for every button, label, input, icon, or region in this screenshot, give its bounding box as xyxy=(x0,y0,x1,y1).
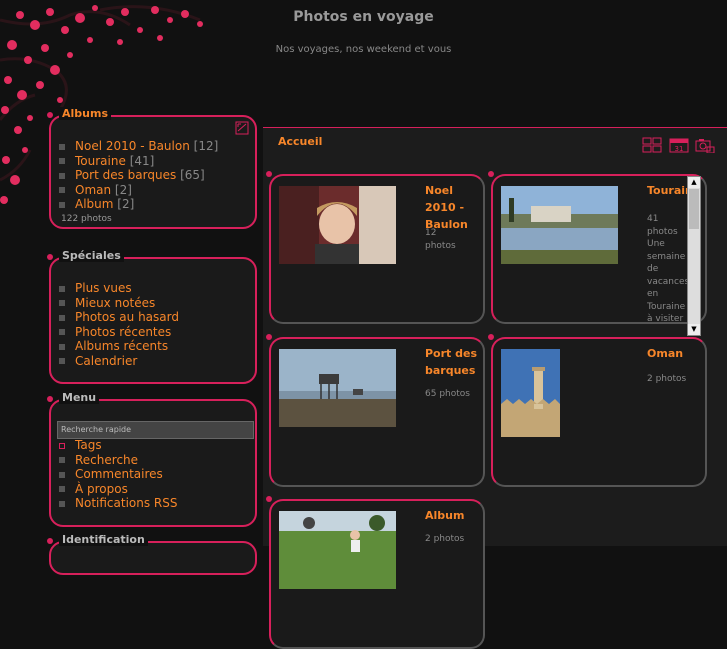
pin-icon xyxy=(47,396,53,402)
album-card[interactable]: Noel 2010 - Baulon 12 photos xyxy=(266,171,485,324)
album-title[interactable]: Album xyxy=(425,507,483,524)
album-card[interactable]: Oman 2 photos xyxy=(488,334,707,487)
album-thumbnail[interactable] xyxy=(279,349,396,427)
pin-icon xyxy=(266,496,272,502)
menu-box: Menu Tags Recherche Commentaires À propo… xyxy=(47,391,257,527)
calendar-icon[interactable]: 31 xyxy=(669,137,689,153)
pin-icon xyxy=(488,171,494,177)
album-thumbnail[interactable] xyxy=(279,186,396,264)
scroll-down-icon[interactable]: ▼ xyxy=(688,324,700,335)
special-link[interactable]: Plus vues xyxy=(59,281,179,296)
pin-icon xyxy=(47,112,53,118)
album-info: 41 photos Une semaine de vacances en Tou… xyxy=(647,214,690,323)
album-item[interactable]: Port des barques [65] xyxy=(59,168,218,183)
album-thumbnail[interactable] xyxy=(501,186,618,264)
menu-link[interactable]: Commentaires xyxy=(59,467,178,482)
special-link[interactable]: Mieux notées xyxy=(59,296,179,311)
scroll-up-icon[interactable]: ▲ xyxy=(688,177,700,188)
pin-icon xyxy=(266,171,272,177)
quick-search-input[interactable] xyxy=(57,421,254,439)
special-link[interactable]: Photos récentes xyxy=(59,325,179,340)
menu-link[interactable]: Notifications RSS xyxy=(59,496,178,511)
pin-icon xyxy=(266,334,272,340)
grid-view-icon[interactable] xyxy=(642,137,662,153)
main-content: Accueil 31 Noel 2010 - Baulon 12 photos xyxy=(263,127,727,649)
page-title: Accueil xyxy=(278,135,323,148)
svg-text:31: 31 xyxy=(675,145,684,153)
albums-total: 122 photos xyxy=(61,214,112,224)
album-item[interactable]: Touraine [41] xyxy=(59,154,218,169)
special-link[interactable]: Photos au hasard xyxy=(59,310,179,325)
album-info: 12 photos xyxy=(425,228,456,251)
menu-link-tags[interactable]: Tags xyxy=(59,438,178,453)
description-scrollbar[interactable]: ▲ ▼ xyxy=(687,176,701,336)
pin-icon xyxy=(47,538,53,544)
identification-box: Identification xyxy=(47,533,257,575)
albums-title: Albums xyxy=(59,107,111,120)
menu-title: Menu xyxy=(59,391,100,404)
album-item[interactable]: Album [2] xyxy=(59,197,218,212)
album-title[interactable]: Noel 2010 - Baulon xyxy=(425,182,483,233)
album-title[interactable]: Port des barques xyxy=(425,345,483,379)
album-item[interactable]: Noel 2010 - Baulon [12] xyxy=(59,139,218,154)
album-card[interactable]: Touraine 41 photos Une semaine de vacanc… xyxy=(488,171,707,336)
pin-icon xyxy=(47,254,53,260)
album-info: 2 photos xyxy=(647,374,687,384)
album-info: 65 photos xyxy=(425,389,470,399)
album-card[interactable]: Port des barques 65 photos xyxy=(266,334,485,487)
identification-title: Identification xyxy=(59,533,148,546)
album-thumbnail[interactable] xyxy=(279,511,396,589)
special-link[interactable]: Albums récents xyxy=(59,339,179,354)
album-card[interactable]: Album 2 photos xyxy=(266,496,485,649)
site-subtitle: Nos voyages, nos weekend et vous xyxy=(275,44,452,55)
specials-title: Spéciales xyxy=(59,249,124,262)
pin-icon xyxy=(488,334,494,340)
specials-box: Spéciales Plus vues Mieux notées Photos … xyxy=(47,249,257,384)
flat-view-icon[interactable] xyxy=(235,121,249,135)
site-title: Photos en voyage xyxy=(293,9,434,25)
album-thumbnail[interactable] xyxy=(501,349,560,437)
camera-icon[interactable] xyxy=(695,137,715,153)
special-link[interactable]: Calendrier xyxy=(59,354,179,369)
menu-link[interactable]: À propos xyxy=(59,482,178,497)
albums-box: Albums Noel 2010 - Baulon [12] Touraine … xyxy=(47,107,257,229)
menu-link[interactable]: Recherche xyxy=(59,453,178,468)
album-title[interactable]: Oman xyxy=(647,345,705,362)
album-item[interactable]: Oman [2] xyxy=(59,183,218,198)
album-info: 2 photos xyxy=(425,534,465,544)
scroll-thumb[interactable] xyxy=(689,189,699,229)
